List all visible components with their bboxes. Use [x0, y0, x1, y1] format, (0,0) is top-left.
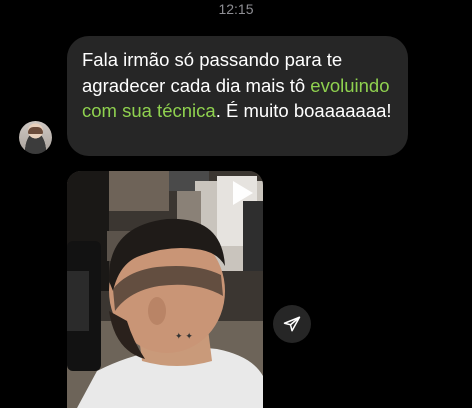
message-bubble[interactable]: Fala irmão só passando para te agradecer… [67, 36, 408, 156]
avatar-hair [28, 127, 43, 134]
message-timestamp: 12:15 [218, 1, 254, 17]
video-thumbnail[interactable]: ✦ ✦ [67, 171, 263, 408]
svg-text:✦ ✦: ✦ ✦ [175, 332, 193, 342]
message-text-end: . É muito boaaaaaaa! [215, 100, 392, 121]
message-text-start: Fala irmão só passando para te agradecer… [82, 49, 343, 96]
sender-avatar[interactable] [19, 121, 52, 154]
play-icon[interactable] [233, 181, 253, 205]
share-button[interactable] [273, 305, 311, 343]
send-icon [283, 316, 301, 332]
barbershop-photo: ✦ ✦ [67, 171, 263, 408]
